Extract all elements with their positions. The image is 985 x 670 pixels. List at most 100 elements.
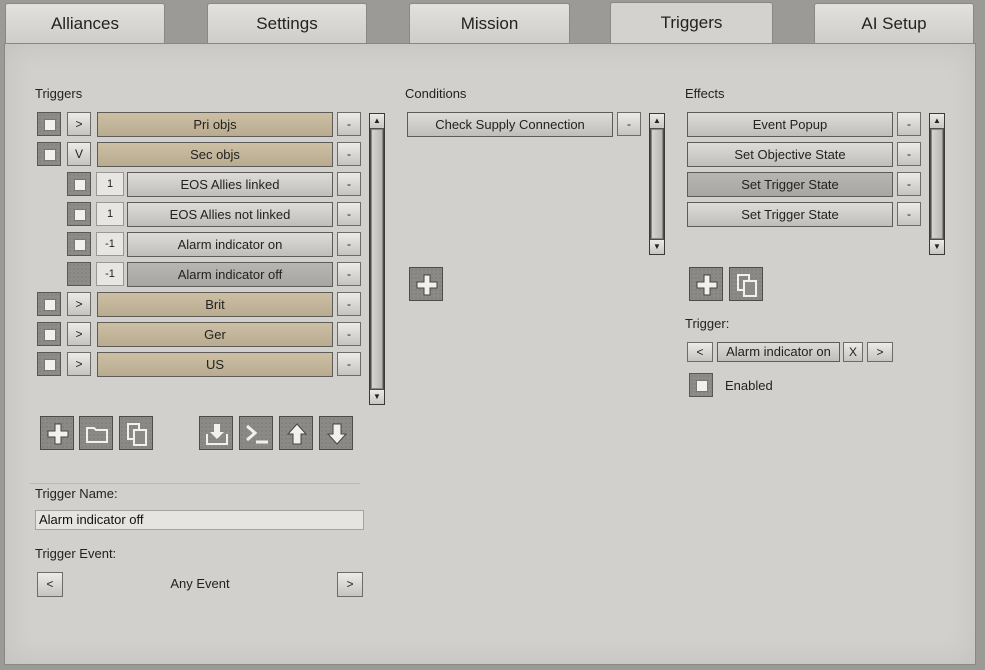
scroll-up-icon[interactable]: ▲ — [650, 114, 664, 128]
trigger-row-sec-objs[interactable]: Sec objs — [97, 142, 333, 167]
trigger-row-us[interactable]: US — [97, 352, 333, 377]
trigger-order: -1 — [96, 232, 124, 256]
trigger-name-label: Trigger Name: — [35, 486, 118, 501]
expand-button[interactable]: > — [67, 352, 91, 376]
trigger-order: -1 — [96, 262, 124, 286]
trigger-checkbox[interactable] — [37, 352, 61, 376]
import-button[interactable] — [199, 416, 233, 450]
tab-bar: Alliances Settings Mission Triggers AI S… — [0, 0, 985, 45]
effect-trigger-select[interactable]: Alarm indicator on — [717, 342, 840, 362]
remove-trigger-button[interactable]: - — [337, 322, 361, 346]
trigger-checkbox[interactable] — [37, 142, 61, 166]
import-icon — [206, 424, 228, 445]
tab-settings[interactable]: Settings — [207, 3, 367, 43]
trigger-row-eos-allies-not-linked[interactable]: EOS Allies not linked — [127, 202, 333, 227]
effect-item-selected[interactable]: Set Trigger State — [687, 172, 893, 197]
copy-icon — [737, 274, 757, 297]
tab-alliances[interactable]: Alliances — [5, 3, 165, 43]
copy-effect-button[interactable] — [729, 267, 763, 301]
scroll-up-icon[interactable]: ▲ — [370, 114, 384, 128]
copy-icon — [127, 423, 147, 446]
tab-triggers[interactable]: Triggers — [610, 2, 773, 44]
copy-trigger-button[interactable] — [119, 416, 153, 450]
plus-icon — [696, 274, 718, 296]
folder-icon — [86, 427, 108, 443]
scroll-down-icon[interactable]: ▼ — [930, 240, 944, 254]
trigger-checkbox[interactable] — [37, 322, 61, 346]
trigger-row-ger[interactable]: Ger — [97, 322, 333, 347]
remove-condition-button[interactable]: - — [617, 112, 641, 136]
plus-icon — [416, 274, 438, 296]
effect-item[interactable]: Event Popup — [687, 112, 893, 137]
divider — [30, 483, 360, 484]
move-up-button[interactable] — [279, 416, 313, 450]
remove-trigger-button[interactable]: - — [337, 142, 361, 166]
scroll-down-icon[interactable]: ▼ — [370, 390, 384, 404]
remove-effect-button[interactable]: - — [897, 142, 921, 166]
prev-event-button[interactable]: < — [37, 572, 63, 597]
trigger-checkbox[interactable] — [67, 202, 91, 226]
effects-header: Effects — [685, 86, 725, 101]
remove-trigger-button[interactable]: - — [337, 262, 361, 286]
trigger-row-alarm-indicator-off[interactable]: Alarm indicator off — [127, 262, 333, 287]
remove-effect-button[interactable]: - — [897, 112, 921, 136]
trigger-row-brit[interactable]: Brit — [97, 292, 333, 317]
trigger-event-value: Any Event — [170, 576, 230, 591]
remove-effect-button[interactable]: - — [897, 202, 921, 226]
trigger-row-pri-objs[interactable]: Pri objs — [97, 112, 333, 137]
effect-item[interactable]: Set Objective State — [687, 142, 893, 167]
expand-button[interactable]: > — [67, 292, 91, 316]
remove-trigger-button[interactable]: - — [337, 172, 361, 196]
console-button[interactable] — [239, 416, 273, 450]
trigger-checkbox[interactable] — [67, 172, 91, 196]
triggers-header: Triggers — [35, 86, 83, 101]
enabled-checkbox[interactable] — [689, 373, 713, 397]
effect-trigger-label: Trigger: — [685, 316, 730, 331]
plus-icon — [47, 423, 69, 445]
add-effect-button[interactable] — [689, 267, 723, 301]
remove-trigger-button[interactable]: - — [337, 352, 361, 376]
trigger-checkbox[interactable] — [37, 112, 61, 136]
remove-trigger-button[interactable]: - — [337, 232, 361, 256]
scroll-thumb[interactable] — [371, 129, 383, 389]
trigger-row-alarm-indicator-on[interactable]: Alarm indicator on — [127, 232, 333, 257]
remove-effect-button[interactable]: - — [897, 172, 921, 196]
effect-item[interactable]: Set Trigger State — [687, 202, 893, 227]
trigger-checkbox[interactable] — [67, 232, 91, 256]
scroll-thumb[interactable] — [651, 129, 663, 239]
remove-trigger-button[interactable]: - — [337, 112, 361, 136]
expand-button[interactable]: > — [67, 112, 91, 136]
next-event-button[interactable]: > — [337, 572, 363, 597]
scroll-down-icon[interactable]: ▼ — [650, 240, 664, 254]
scroll-thumb[interactable] — [931, 129, 943, 239]
scroll-up-icon[interactable]: ▲ — [930, 114, 944, 128]
condition-item[interactable]: Check Supply Connection — [407, 112, 613, 137]
expand-button[interactable]: > — [67, 322, 91, 346]
trigger-event-label: Trigger Event: — [35, 546, 117, 561]
enabled-label: Enabled — [725, 378, 773, 393]
add-condition-button[interactable] — [409, 267, 443, 301]
triggers-scrollbar[interactable]: ▲ ▼ — [369, 113, 385, 405]
trigger-order: 1 — [96, 172, 124, 196]
effects-scrollbar[interactable]: ▲ ▼ — [929, 113, 945, 255]
remove-trigger-button[interactable]: - — [337, 202, 361, 226]
next-trigger-button[interactable]: > — [867, 342, 893, 362]
conditions-header: Conditions — [405, 86, 467, 101]
trigger-checkbox[interactable] — [37, 292, 61, 316]
prev-trigger-button[interactable]: < — [687, 342, 713, 362]
tab-ai-setup[interactable]: AI Setup — [814, 3, 974, 43]
trigger-name-input[interactable]: Alarm indicator off — [35, 510, 364, 530]
trigger-order: 1 — [96, 202, 124, 226]
add-folder-button[interactable] — [79, 416, 113, 450]
trigger-row-eos-allies-linked[interactable]: EOS Allies linked — [127, 172, 333, 197]
arrow-up-icon — [286, 423, 308, 445]
collapse-button[interactable]: V — [67, 142, 91, 166]
clear-trigger-button[interactable]: X — [843, 342, 863, 362]
tab-mission[interactable]: Mission — [409, 3, 570, 43]
add-trigger-button[interactable] — [40, 416, 74, 450]
conditions-scrollbar[interactable]: ▲ ▼ — [649, 113, 665, 255]
terminal-icon — [246, 424, 268, 444]
move-down-button[interactable] — [319, 416, 353, 450]
trigger-checkbox[interactable] — [67, 262, 91, 286]
remove-trigger-button[interactable]: - — [337, 292, 361, 316]
